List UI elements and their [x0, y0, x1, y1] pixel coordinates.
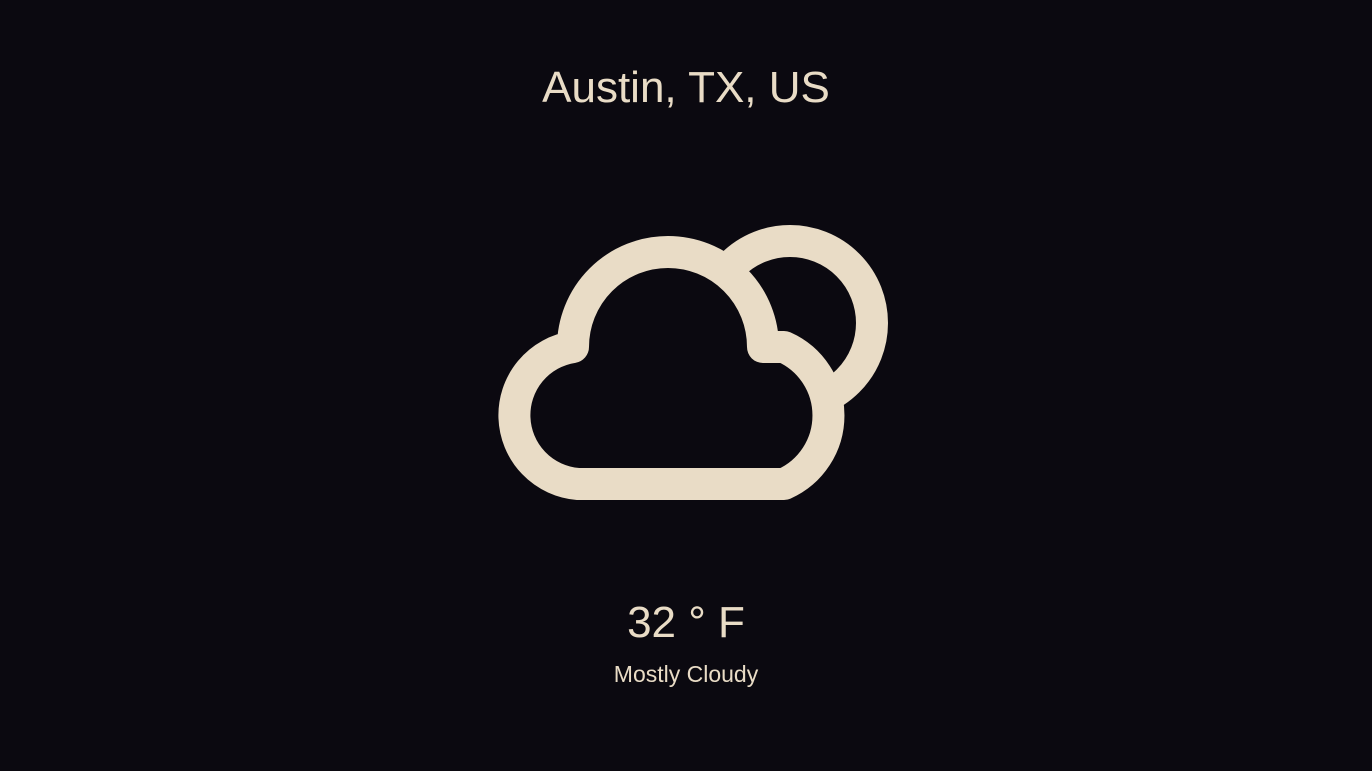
weather-screen: Austin, TX, US 32 ° F Mostly Cloudy	[0, 0, 1372, 771]
temperature-value: 32 ° F	[627, 598, 745, 647]
location-title: Austin, TX, US	[542, 63, 830, 112]
condition-text: Mostly Cloudy	[613, 661, 759, 687]
partly-cloudy-night-icon	[486, 222, 892, 518]
